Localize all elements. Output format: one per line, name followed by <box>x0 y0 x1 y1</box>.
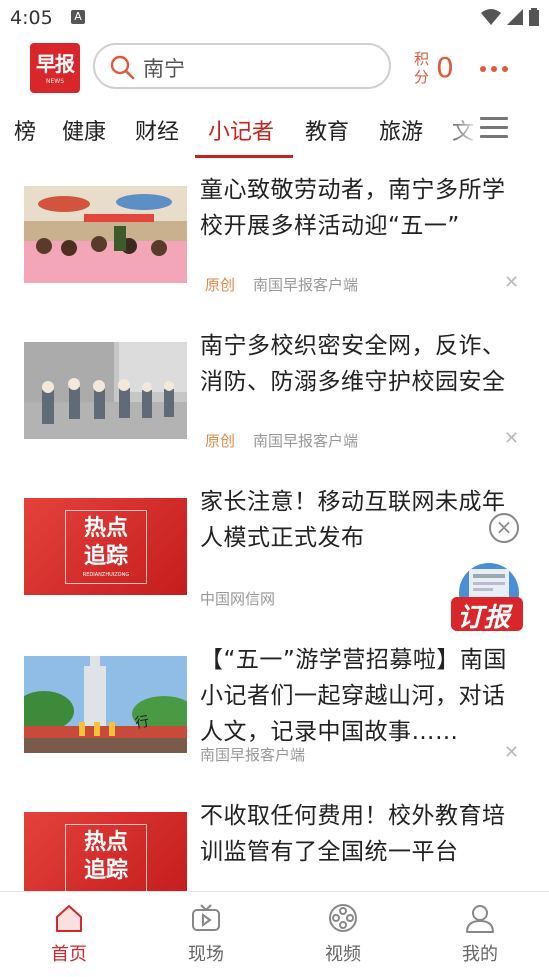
dismiss-icon[interactable]: ✕ <box>504 428 519 449</box>
status-time: 4:05 <box>10 7 53 29</box>
points-value: 0 <box>436 51 454 84</box>
subscribe-floating-button[interactable]: 订报 <box>449 559 525 635</box>
news-title[interactable]: 【“五一”游学营招募啦】南国小记者们一起穿越山河，对话人文，记录中国故事…… <box>200 642 525 750</box>
hot-topic-badge: 热点 追踪 REDIANZHUIZONG <box>65 510 147 584</box>
tab-health[interactable]: 健康 <box>62 114 106 146</box>
signal-icon <box>507 9 523 25</box>
more-menu-icon[interactable] <box>480 66 508 72</box>
dismiss-icon[interactable]: ✕ <box>504 272 519 293</box>
bottom-navigation: 首页 现场 视频 我的 <box>0 891 549 977</box>
news-title[interactable]: 童心致敬劳动者，南宁多所学校开展多样活动迎“五一” <box>200 172 525 244</box>
news-source: 南国早报客户端 <box>253 432 359 450</box>
tv-icon <box>192 904 220 931</box>
news-thumbnail: 热点 追踪 REDIANZHUIZONG <box>24 498 187 595</box>
original-tag: 原创 <box>205 432 236 450</box>
logo-text: 早报 <box>36 52 75 76</box>
app-header: 早报 NEWS 南宁 积分 0 <box>0 36 549 100</box>
news-title[interactable]: 家长注意！移动互联网未成年人模式正式发布 <box>200 484 525 556</box>
status-bar: 4:05 A <box>0 0 549 36</box>
nav-profile[interactable]: 我的 <box>430 892 530 977</box>
campus-photo-icon: 行 <box>24 656 187 753</box>
news-meta: 中国网信网 <box>200 588 275 609</box>
tab-young-reporter[interactable]: 小记者 <box>208 114 274 146</box>
news-title[interactable]: 南宁多校织密安全网，反诈、消防、防溺多维守护校园安全 <box>200 328 525 400</box>
app-logo[interactable]: 早报 NEWS <box>30 43 80 93</box>
news-thumbnail: 行 <box>24 656 187 753</box>
festival-photo-icon <box>24 186 187 283</box>
subscribe-label: 订报 <box>457 603 512 633</box>
wifi-icon <box>481 9 501 25</box>
channel-tabs: 榜 健康 财经 小记者 教育 旅游 文 <box>0 104 549 160</box>
user-icon <box>466 905 494 933</box>
home-icon <box>56 905 82 932</box>
points-label: 积分 <box>414 50 430 86</box>
tab-partial-left[interactable]: 榜 <box>14 114 36 146</box>
tab-travel[interactable]: 旅游 <box>379 114 423 146</box>
battery-icon <box>529 8 539 26</box>
news-thumbnail <box>24 342 187 439</box>
news-meta: 南国早报客户端 <box>200 744 305 765</box>
drill-photo-icon <box>24 342 187 439</box>
floating-close-icon[interactable]: × <box>489 513 519 543</box>
news-title[interactable]: 不收取任何费用！校外教育培训监管有了全国统一平台 <box>200 798 525 870</box>
channel-menu-icon[interactable] <box>480 117 508 144</box>
points-display[interactable]: 积分 0 <box>414 50 460 90</box>
search-text: 南宁 <box>143 57 185 81</box>
search-input[interactable]: 南宁 <box>93 43 391 89</box>
news-source: 南国早报客户端 <box>200 746 306 764</box>
original-tag: 原创 <box>205 276 236 294</box>
news-thumbnail <box>24 186 187 283</box>
svg-text:行: 行 <box>134 714 151 732</box>
dismiss-icon[interactable]: ✕ <box>504 742 519 763</box>
nav-home[interactable]: 首页 <box>19 892 119 977</box>
news-source: 南国早报客户端 <box>253 276 359 294</box>
news-source: 中国网信网 <box>200 590 276 608</box>
nav-video[interactable]: 视频 <box>293 892 393 977</box>
notification-icon: A <box>71 10 85 24</box>
news-meta: 原创 南国早报客户端 <box>205 430 358 451</box>
logo-sub: NEWS <box>45 78 65 85</box>
film-reel-icon <box>329 904 357 932</box>
news-thumbnail: 热点 追踪 <box>24 812 187 892</box>
active-tab-indicator <box>195 155 293 158</box>
news-meta: 原创 南国早报客户端 <box>205 274 358 295</box>
tab-finance[interactable]: 财经 <box>135 114 179 146</box>
nav-live[interactable]: 现场 <box>156 892 256 977</box>
hot-topic-badge: 热点 追踪 <box>65 824 147 892</box>
search-icon <box>110 55 135 80</box>
tab-education[interactable]: 教育 <box>305 114 349 146</box>
tabs-fade <box>440 104 480 160</box>
